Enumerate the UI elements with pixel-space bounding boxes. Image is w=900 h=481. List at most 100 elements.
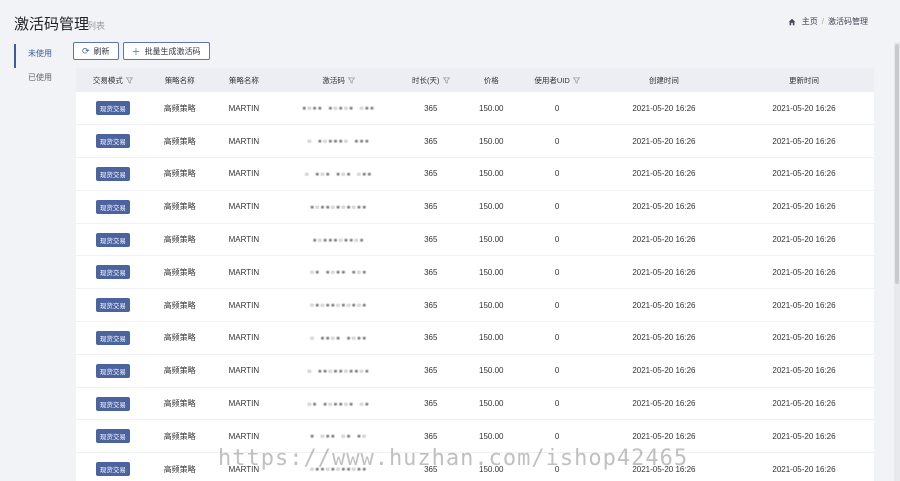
cell-created: 2021-05-20 16:26 xyxy=(593,190,734,224)
filter-icon[interactable] xyxy=(125,77,133,84)
cell-name: MARTIN xyxy=(209,190,279,224)
cell-created: 2021-05-20 16:26 xyxy=(593,223,734,257)
cell-strategy: 高频策略 xyxy=(149,124,210,159)
cell-days: 365 xyxy=(399,452,463,481)
cell-name: MARTIN xyxy=(209,288,279,323)
cell-uid: 0 xyxy=(520,354,594,388)
cell-name: MARTIN xyxy=(209,124,279,159)
cell-mode: 现货交易 xyxy=(76,190,150,224)
cell-uid: 0 xyxy=(520,157,594,191)
cell-code: ▫ ▪▫▪▪▪▫ ▪▪▪ xyxy=(278,124,400,159)
refresh-button[interactable]: ⟳ 刷新 xyxy=(73,42,119,60)
cell-price: 150.00 xyxy=(462,92,521,126)
table-header-row: 交易模式 策略名称 策略名称 激活码 时长(天) 价格 使用者UID 创建时间 … xyxy=(76,68,874,92)
cell-price: 150.00 xyxy=(462,452,521,481)
cell-created: 2021-05-20 16:26 xyxy=(593,452,734,481)
filter-icon[interactable] xyxy=(347,77,355,84)
table-row: 现货交易 高频策略 MARTIN ▪▫▪▪▫▪▫▪▫▪▪ 365 150.00 0 2021-… xyxy=(76,190,874,224)
toolbar: ⟳ 刷新 ＋ 批量生成激活码 xyxy=(73,42,210,60)
cell-code: ▫▪ ▪▫▪▪▫▪ ▫▪ xyxy=(278,387,400,421)
cell-name: MARTIN xyxy=(209,419,279,454)
col-updated: 更新时间 xyxy=(733,68,874,92)
cell-updated: 2021-05-20 16:26 xyxy=(733,321,874,355)
col-strategy: 策略名称 xyxy=(149,68,210,92)
cell-name: MARTIN xyxy=(209,452,279,481)
batch-generate-button-label: 批量生成激活码 xyxy=(144,46,201,56)
table-row: 现货交易 高频策略 MARTIN ▫ ▪▫▪ ▪▫▪ ▫▪▪ 365 150.00 0 202… xyxy=(76,157,874,191)
cell-name: MARTIN xyxy=(209,255,279,290)
cell-uid: 0 xyxy=(520,255,594,290)
table-row: 现货交易 高频策略 MARTIN ▫▪▫▪▪▫▪▫▪▫▪ 365 150.00 0 2021-… xyxy=(76,288,874,323)
tab-unused[interactable]: 未使用 xyxy=(14,44,64,68)
cell-code: ▫ ▪▪▫▪ ▪▫▪▪ xyxy=(278,321,400,355)
col-created: 创建时间 xyxy=(593,68,734,92)
cell-updated: 2021-05-20 16:26 xyxy=(733,452,874,481)
mode-badge: 现货交易 xyxy=(95,298,130,313)
plus-icon: ＋ xyxy=(131,46,141,57)
tab-used[interactable]: 已使用 xyxy=(14,68,64,92)
table-row: 现货交易 高频策略 MARTIN ▫▪ ▪▫▪▪▫▪ ▫▪ 365 150.00 0 2021… xyxy=(76,387,874,421)
cell-name: MARTIN xyxy=(209,157,279,191)
cell-code: ▪▫▪▪▫▪▫▪▫▪▪ xyxy=(278,190,400,224)
cell-mode: 现货交易 xyxy=(76,354,150,388)
cell-price: 150.00 xyxy=(462,419,521,454)
cell-days: 365 xyxy=(399,92,463,126)
cell-updated: 2021-05-20 16:26 xyxy=(733,157,874,191)
table-row: 现货交易 高频策略 MARTIN ▫ ▪▪▫▪▪▫▪▪▫▪ 365 150.00 0 2021… xyxy=(76,354,874,388)
cell-code: ▫▪▫▪▪▫▪▫▪▫▪ xyxy=(278,288,400,323)
refresh-button-label: 刷新 xyxy=(93,46,110,56)
cell-days: 365 xyxy=(399,255,463,290)
cell-name: MARTIN xyxy=(209,223,279,257)
cell-updated: 2021-05-20 16:26 xyxy=(733,354,874,388)
cell-mode: 现货交易 xyxy=(76,223,150,257)
cell-uid: 0 xyxy=(520,288,594,323)
cell-uid: 0 xyxy=(520,419,594,454)
cell-updated: 2021-05-20 16:26 xyxy=(733,92,874,126)
mode-badge: 现货交易 xyxy=(95,462,130,477)
cell-created: 2021-05-20 16:26 xyxy=(593,255,734,290)
page-title: 激活码管理 xyxy=(14,16,90,33)
cell-days: 365 xyxy=(399,354,463,388)
activation-code-table: 交易模式 策略名称 策略名称 激活码 时长(天) 价格 使用者UID 创建时间 … xyxy=(76,68,874,481)
cell-days: 365 xyxy=(399,190,463,224)
table-row: 现货交易 高频策略 MARTIN ▪▫▪▪ ▪▫▪▫▪ ▫▪▪ 365 150.00 0 20… xyxy=(76,92,874,126)
cell-updated: 2021-05-20 16:26 xyxy=(733,255,874,290)
cell-days: 365 xyxy=(399,223,463,257)
cell-days: 365 xyxy=(399,124,463,159)
mode-badge: 现货交易 xyxy=(95,199,130,214)
cell-price: 150.00 xyxy=(462,124,521,159)
home-icon xyxy=(788,18,795,25)
cell-updated: 2021-05-20 16:26 xyxy=(733,419,874,454)
filter-icon[interactable] xyxy=(442,77,450,84)
cell-strategy: 高频策略 xyxy=(149,255,210,290)
cell-uid: 0 xyxy=(520,223,594,257)
cell-price: 150.00 xyxy=(462,255,521,290)
cell-price: 150.00 xyxy=(462,354,521,388)
cell-name: MARTIN xyxy=(209,354,279,388)
mode-badge: 现货交易 xyxy=(95,363,130,378)
table-row: 现货交易 高频策略 MARTIN ▫ ▪▫▪▪▪▫ ▪▪▪ 365 150.00 0 2021… xyxy=(76,124,874,159)
page-scrollbar[interactable] xyxy=(894,42,900,481)
cell-uid: 0 xyxy=(520,124,594,159)
cell-code: ▫▪▪▫▪▫▪▪▫▪▪ xyxy=(278,452,400,481)
breadcrumb: 主页 / 激活码管理 xyxy=(788,16,868,27)
mode-badge: 现货交易 xyxy=(95,396,130,411)
mode-badge: 现货交易 xyxy=(95,232,130,247)
scrollbar-thumb[interactable] xyxy=(895,44,899,284)
cell-price: 150.00 xyxy=(462,387,521,421)
cell-created: 2021-05-20 16:26 xyxy=(593,157,734,191)
filter-icon[interactable] xyxy=(572,77,580,84)
cell-days: 365 xyxy=(399,288,463,323)
cell-mode: 现货交易 xyxy=(76,321,150,355)
batch-generate-button[interactable]: ＋ 批量生成激活码 xyxy=(122,42,210,60)
col-name: 策略名称 xyxy=(209,68,279,92)
cell-days: 365 xyxy=(399,419,463,454)
cell-mode: 现货交易 xyxy=(76,387,150,421)
breadcrumb-home[interactable]: 主页 xyxy=(802,16,818,27)
table-row: 现货交易 高频策略 MARTIN ▫▪▪▫▪▫▪▪▫▪▪ 365 150.00 0 2021-… xyxy=(76,452,874,481)
cell-code: ▪ ▫▪▪ ▫▪ ▪▫ xyxy=(278,419,400,454)
table-row: 现货交易 高频策略 MARTIN ▪ ▫▪▪ ▫▪ ▪▫ 365 150.00 0 2021-… xyxy=(76,419,874,454)
mode-badge: 现货交易 xyxy=(95,101,130,116)
page-subtitle: 列表 xyxy=(87,21,106,31)
table-row: 现货交易 高频策略 MARTIN ▪▫▪▪▪▫▪▪▫▪ 365 150.00 0 2021-0… xyxy=(76,223,874,257)
